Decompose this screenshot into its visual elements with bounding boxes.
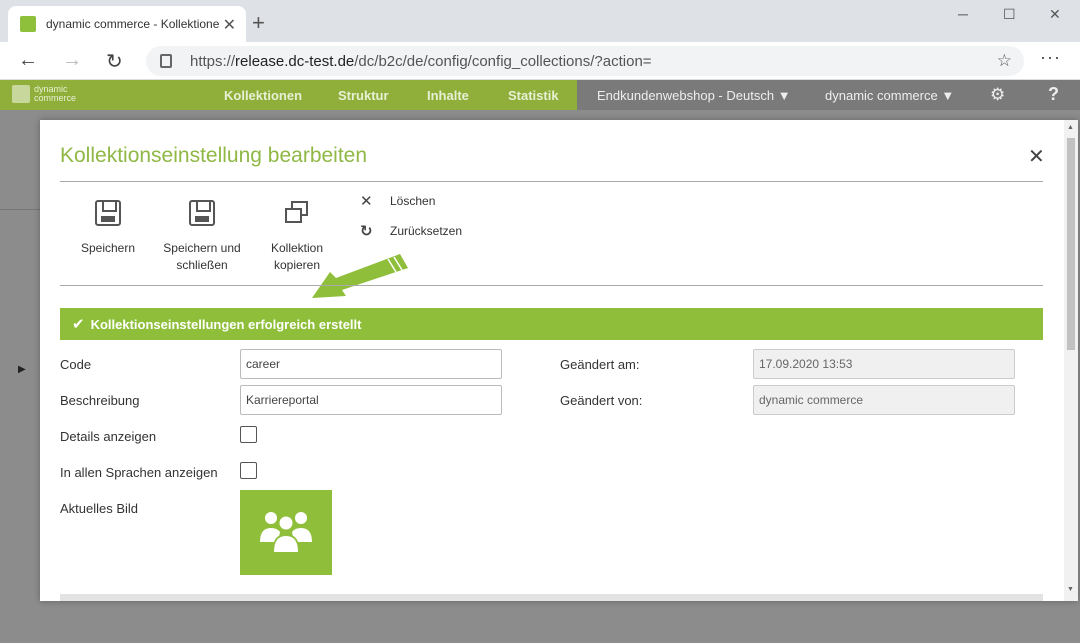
- delete-x-icon: ✕: [360, 193, 373, 210]
- app-navbar: dynamic commerce Kollektionen Struktur In…: [0, 80, 1080, 110]
- save-label: Speichern: [80, 241, 136, 255]
- collection-image[interactable]: [240, 490, 332, 575]
- delete-button[interactable]: ✕ Löschen: [360, 192, 435, 210]
- save-close-button[interactable]: Speichern und schließen: [160, 200, 244, 274]
- show-details-checkbox[interactable]: [240, 426, 257, 443]
- url-host: release.dc-test.de: [235, 52, 355, 70]
- background-divider: [0, 209, 40, 210]
- reset-button[interactable]: ↻ Zurücksetzen: [360, 222, 462, 240]
- favorite-star-icon[interactable]: ☆: [997, 51, 1012, 71]
- toolbar-divider: [60, 285, 1043, 286]
- callout-arrow-icon: [312, 254, 408, 298]
- new-tab-icon[interactable]: +: [252, 10, 265, 36]
- modal-scrollbar[interactable]: ▲ ▼: [1064, 120, 1078, 601]
- code-label: Code: [60, 357, 92, 372]
- success-message: Kollektionseinstellungen erfolgreich ers…: [90, 316, 362, 332]
- help-icon[interactable]: ?: [1048, 84, 1059, 105]
- company-select-label: dynamic commerce: [825, 88, 938, 103]
- scrollbar-thumb[interactable]: [1067, 138, 1075, 350]
- reload-icon[interactable]: ↻: [106, 49, 123, 74]
- description-label: Beschreibung: [60, 393, 140, 408]
- tab-title: dynamic commerce - Kollektione: [46, 17, 220, 31]
- changed-by-label: Geändert von:: [560, 393, 643, 408]
- logo-mark-icon: [12, 85, 30, 103]
- header-divider: [60, 181, 1043, 182]
- caret-right-icon: ▶: [18, 364, 26, 375]
- logo-line2: commerce: [34, 93, 77, 103]
- description-input[interactable]: [240, 385, 502, 415]
- save-icon: [95, 200, 121, 226]
- shop-select[interactable]: Endkundenwebshop - Deutsch ▼: [597, 88, 791, 103]
- window-close-icon[interactable]: ✕: [1049, 6, 1061, 23]
- favicon-icon: [20, 16, 36, 32]
- minimize-icon[interactable]: ─: [958, 6, 968, 22]
- show-details-label: Details anzeigen: [60, 429, 157, 444]
- scroll-up-icon[interactable]: ▲: [1067, 124, 1074, 131]
- save-icon: [189, 200, 215, 226]
- chevron-down-icon: ▼: [777, 88, 791, 103]
- changed-at-field: [753, 349, 1015, 379]
- save-close-label-2: schließen: [176, 258, 228, 272]
- section-footer-bar: [60, 594, 1043, 601]
- close-icon[interactable]: ✕: [1028, 144, 1045, 169]
- modal-title: Kollektionseinstellung bearbeiten: [60, 144, 368, 167]
- scroll-down-icon[interactable]: ▼: [1067, 586, 1074, 593]
- save-close-label-1: Speichern und: [163, 241, 241, 255]
- current-image-label: Aktuelles Bild: [60, 501, 139, 516]
- url-scheme: https://: [190, 52, 236, 70]
- reset-label: Zurücksetzen: [390, 224, 463, 238]
- show-all-languages-label: In allen Sprachen anzeigen: [60, 465, 218, 480]
- tab-close-icon[interactable]: ✕: [223, 15, 236, 35]
- gear-icon[interactable]: ⚙: [990, 85, 1005, 105]
- url-path: /dc/b2c/de/config/config_collections/?ac…: [354, 52, 652, 70]
- people-group-icon: [260, 512, 312, 554]
- nav-statistik[interactable]: Statistik: [508, 88, 559, 103]
- show-all-languages-checkbox[interactable]: [240, 462, 257, 479]
- maximize-icon[interactable]: ☐: [1003, 6, 1016, 23]
- more-menu-icon[interactable]: ···: [1040, 47, 1061, 68]
- lock-icon: [160, 54, 172, 68]
- nav-kollektionen[interactable]: Kollektionen: [224, 88, 302, 103]
- app-logo[interactable]: dynamic commerce: [12, 85, 76, 103]
- chevron-down-icon: ▼: [941, 88, 955, 103]
- changed-at-label: Geändert am:: [560, 357, 640, 372]
- success-message-bar: ✔ Kollektionseinstellungen erfolgreich e…: [60, 308, 1043, 340]
- reset-icon: ↻: [360, 223, 373, 240]
- forward-icon[interactable]: →: [62, 49, 82, 72]
- nav-struktur[interactable]: Struktur: [338, 88, 389, 103]
- address-toolbar: ← → ↻ https://release.dc-test.de/dc/b2c/…: [0, 42, 1080, 80]
- shop-select-label: Endkundenwebshop - Deutsch: [597, 88, 775, 103]
- code-input[interactable]: [240, 349, 502, 379]
- changed-by-field: [753, 385, 1015, 415]
- company-select[interactable]: dynamic commerce ▼: [825, 88, 954, 103]
- edit-collection-modal: Kollektionseinstellung bearbeiten ✕ Spei…: [40, 120, 1078, 601]
- check-icon: ✔: [72, 316, 85, 333]
- browser-titlebar: dynamic commerce - Kollektione ✕ + ─ ☐ ✕: [0, 0, 1080, 42]
- delete-label: Löschen: [390, 194, 436, 208]
- copy-icon: [284, 200, 310, 226]
- save-button[interactable]: Speichern: [76, 200, 140, 257]
- nav-inhalte[interactable]: Inhalte: [427, 88, 469, 103]
- back-icon[interactable]: ←: [18, 49, 38, 72]
- url-field[interactable]: https://release.dc-test.de/dc/b2c/de/con…: [146, 46, 1024, 76]
- browser-tab[interactable]: dynamic commerce - Kollektione ✕: [8, 6, 246, 42]
